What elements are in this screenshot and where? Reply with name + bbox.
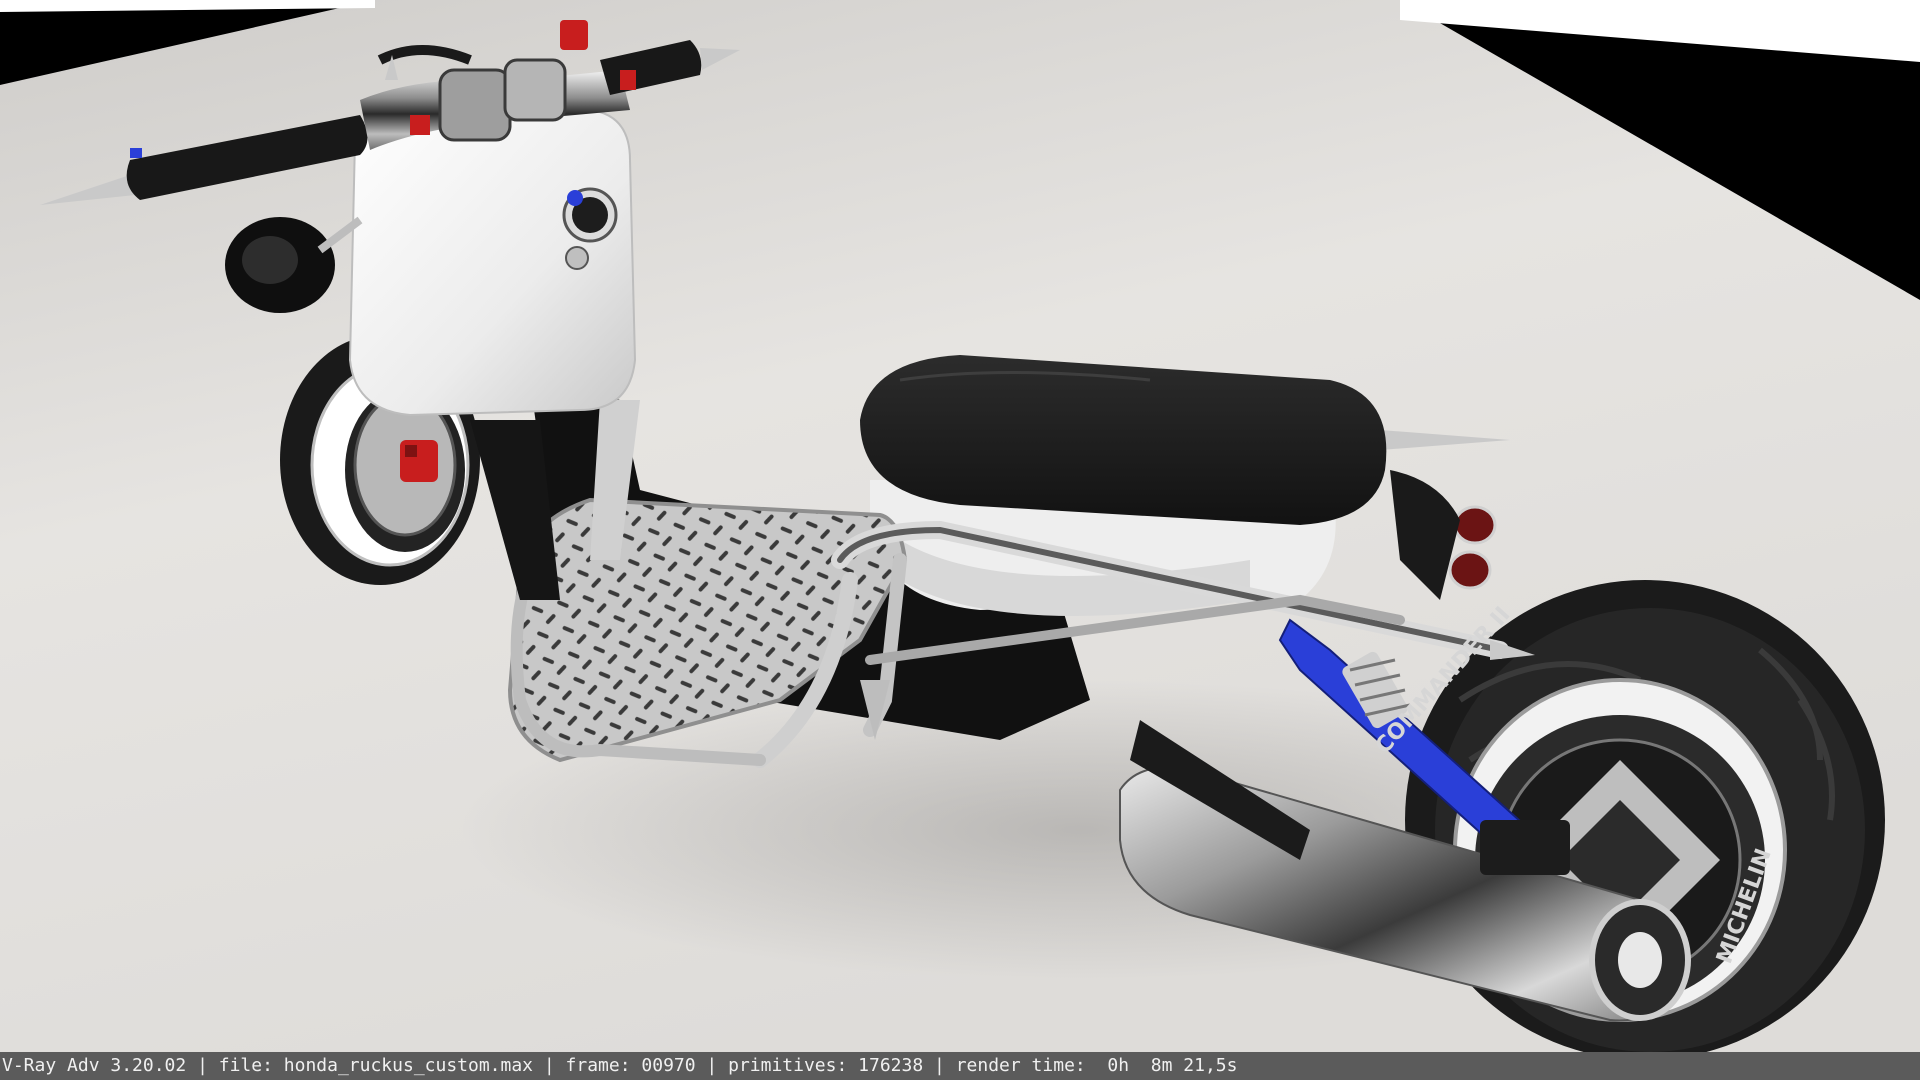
separator: |: [533, 1055, 566, 1076]
separator: |: [923, 1055, 956, 1076]
renderer-version: V-Ray Adv 3.20.02: [2, 1055, 187, 1076]
render-stamp-bar: V-Ray Adv 3.20.02 | file: honda_ruckus_c…: [0, 1052, 1920, 1080]
separator: |: [186, 1055, 219, 1076]
render-time: render time: 0h 8m 21,5s: [955, 1055, 1238, 1076]
seat: [860, 355, 1387, 525]
separator: |: [695, 1055, 729, 1076]
frame-number: frame: 00970: [565, 1055, 696, 1076]
render-viewport: COMMANDER II MICHELIN: [0, 0, 1920, 1052]
file-name: file: honda_ruckus_custom.max: [218, 1055, 534, 1076]
primitives-count: primitives: 176238: [728, 1055, 924, 1076]
front-tank: [348, 103, 637, 417]
